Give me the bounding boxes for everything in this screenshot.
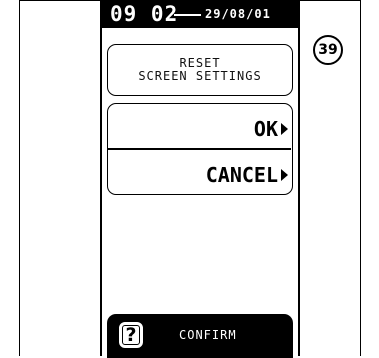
help-icon[interactable]: ? <box>119 322 143 348</box>
ok-arrow-icon <box>281 123 288 135</box>
cancel-label: CANCEL <box>205 163 278 187</box>
title-line-2: SCREEN SETTINGS <box>138 69 262 83</box>
menu-divider <box>108 148 291 150</box>
confirm-label: CONFIRM <box>179 328 237 342</box>
cancel-button[interactable]: CANCEL <box>206 158 288 192</box>
confirm-bar[interactable]: ? CONFIRM <box>107 314 293 358</box>
frame-top-left-line <box>19 0 100 1</box>
status-time: 09 02 <box>110 2 179 26</box>
status-bar: 09 02 29/08/01 <box>102 0 298 28</box>
status-separator <box>174 14 201 16</box>
ok-label: OK <box>253 117 278 141</box>
device-screen: 09 02 29/08/01 RESET SCREEN SETTINGS OK … <box>100 0 300 358</box>
step-number-badge: 39 <box>313 35 343 65</box>
options-menu: OK CANCEL <box>107 103 293 195</box>
screen-title-panel: RESET SCREEN SETTINGS <box>107 44 293 96</box>
frame-top-right-line <box>300 0 361 1</box>
frame-right-line <box>360 0 361 356</box>
ok-button[interactable]: OK <box>254 112 288 146</box>
cancel-arrow-icon <box>281 169 288 181</box>
frame-left-line <box>19 0 20 356</box>
status-date: 29/08/01 <box>205 7 271 21</box>
